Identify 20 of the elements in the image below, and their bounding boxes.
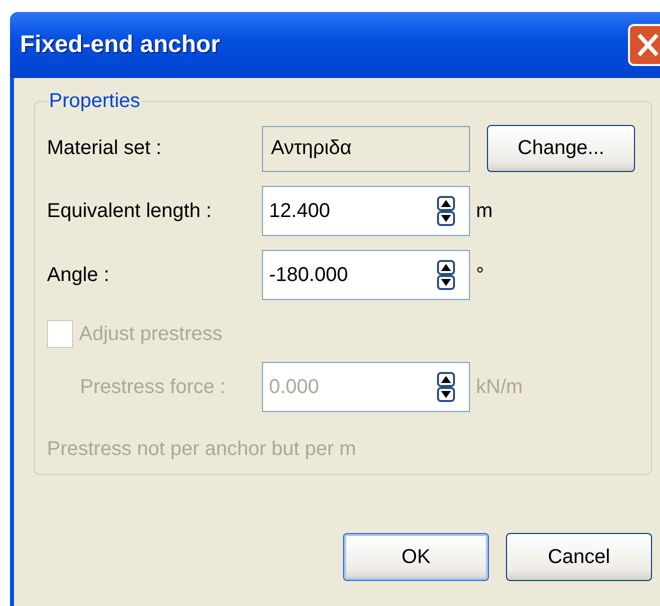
- group-title: Properties: [48, 90, 142, 113]
- spin-field[interactable]: -180.000: [262, 250, 470, 300]
- checkbox-label: Adjust prestress: [79, 322, 222, 346]
- unit-label: °: [476, 264, 484, 286]
- note-text: Prestress not per anchor but per m: [47, 438, 358, 461]
- field-label: Material set :: [47, 137, 162, 160]
- spin-field[interactable]: 12.400: [262, 186, 470, 236]
- change-button[interactable]: Change...: [487, 125, 635, 172]
- unit-label: m: [476, 200, 493, 222]
- dialog-button[interactable]: OK: [343, 533, 489, 581]
- spin-arrows-icon[interactable]: [437, 260, 455, 290]
- spin-arrows-icon[interactable]: [437, 196, 455, 226]
- window-title: Fixed-end anchor: [20, 31, 220, 59]
- dialog-button[interactable]: Cancel: [506, 533, 652, 581]
- close-icon[interactable]: [628, 24, 660, 66]
- unit-label: kN/m: [476, 376, 523, 398]
- field-label: Angle :: [47, 264, 110, 286]
- field-label: Prestress force :: [79, 376, 227, 398]
- field-label: Equivalent length :: [47, 200, 213, 222]
- material-field: Αντηριδα: [262, 126, 470, 172]
